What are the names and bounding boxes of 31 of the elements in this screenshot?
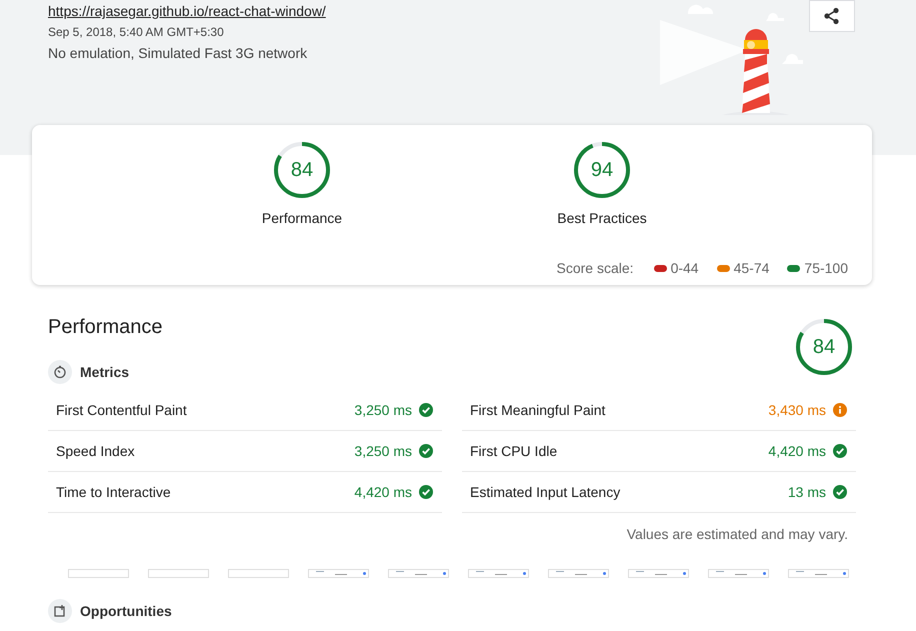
score-gauge: 84 [794,317,854,377]
gauge-label: Best Practices [557,210,647,226]
page-url-link[interactable]: https://rajasegar.github.io/react-chat-window/ [48,3,326,19]
score-gauge[interactable]: 94 [572,140,632,200]
score-scale-label: Score scale: [556,260,634,276]
metric-name: First Meaningful Paint [470,402,606,418]
metric-value: 3,250 ms [354,402,412,418]
legend-range: 0-44 [670,260,699,276]
metric-value: 4,420 ms [354,484,412,500]
metric-name: Speed Index [56,443,136,459]
opportunities-heading: Opportunities [80,603,172,619]
environment-text: No emulation, Simulated Fast 3G network [48,45,308,61]
section-title: Performance [48,316,162,339]
metric-name: First CPU Idle [470,443,558,459]
report-date: Sep 5, 2018, 5:40 AM GMT+5:30 [48,25,225,39]
legend-range: 75-100 [804,260,848,276]
metric-value: 4,420 ms [768,443,826,459]
metric-value: 3,250 ms [354,443,412,459]
legend-range: 45-74 [734,260,770,276]
gauge-label: Performance [262,210,342,226]
score-gauge[interactable]: 84 [272,140,332,200]
metrics-heading: Metrics [80,364,130,380]
metric-name: Estimated Input Latency [470,484,622,500]
metric-name: Time to Interactive [56,484,172,500]
stopwatch-icon [48,360,72,384]
share-button[interactable] [809,0,855,32]
estimate-note: Values are estimated and may vary. [626,526,849,542]
share-icon [823,7,841,25]
metric-name: First Contentful Paint [56,402,188,418]
metric-value: 3,430 ms [768,402,826,418]
metric-value: 13 ms [788,484,826,500]
